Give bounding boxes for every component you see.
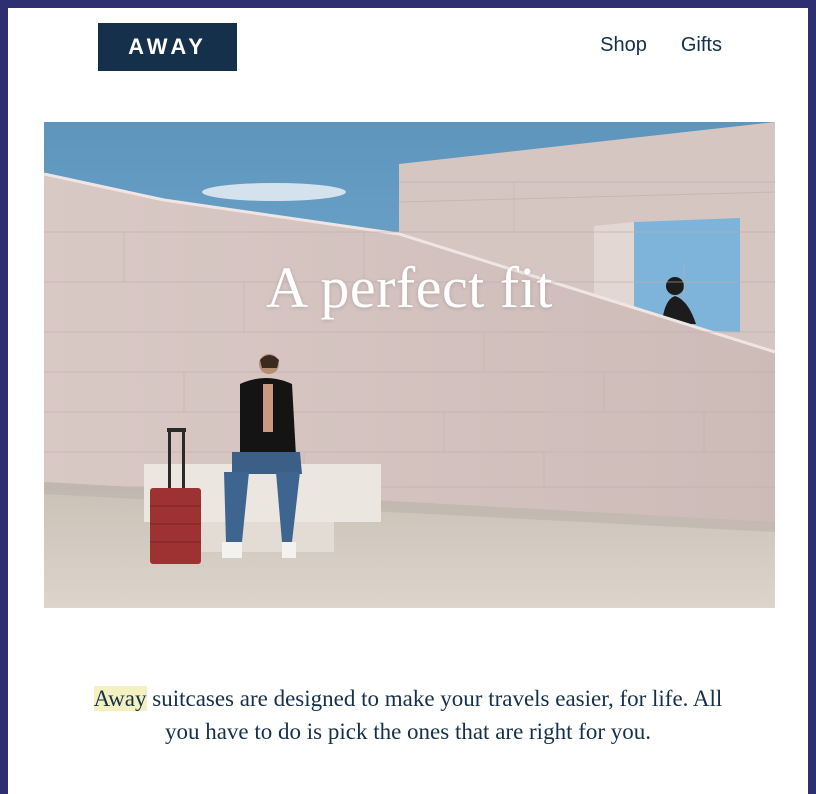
hero-image[interactable]: A perfect fit xyxy=(44,122,775,608)
body-text: suitcases are designed to make your trav… xyxy=(146,686,723,744)
body-copy: Away suitcases are designed to make your… xyxy=(88,682,728,748)
top-nav: Shop Gifts xyxy=(600,34,722,57)
nav-gifts-link[interactable]: Gifts xyxy=(681,34,722,57)
highlighted-word: Away xyxy=(93,686,147,711)
hero-photo xyxy=(44,122,775,608)
nav-shop-link[interactable]: Shop xyxy=(600,34,647,57)
away-logo[interactable]: AWAY xyxy=(98,23,237,71)
hero-headline: A perfect fit xyxy=(266,255,553,320)
email-frame: AWAY Shop Gifts A perfect fit Away suitc… xyxy=(8,8,808,794)
